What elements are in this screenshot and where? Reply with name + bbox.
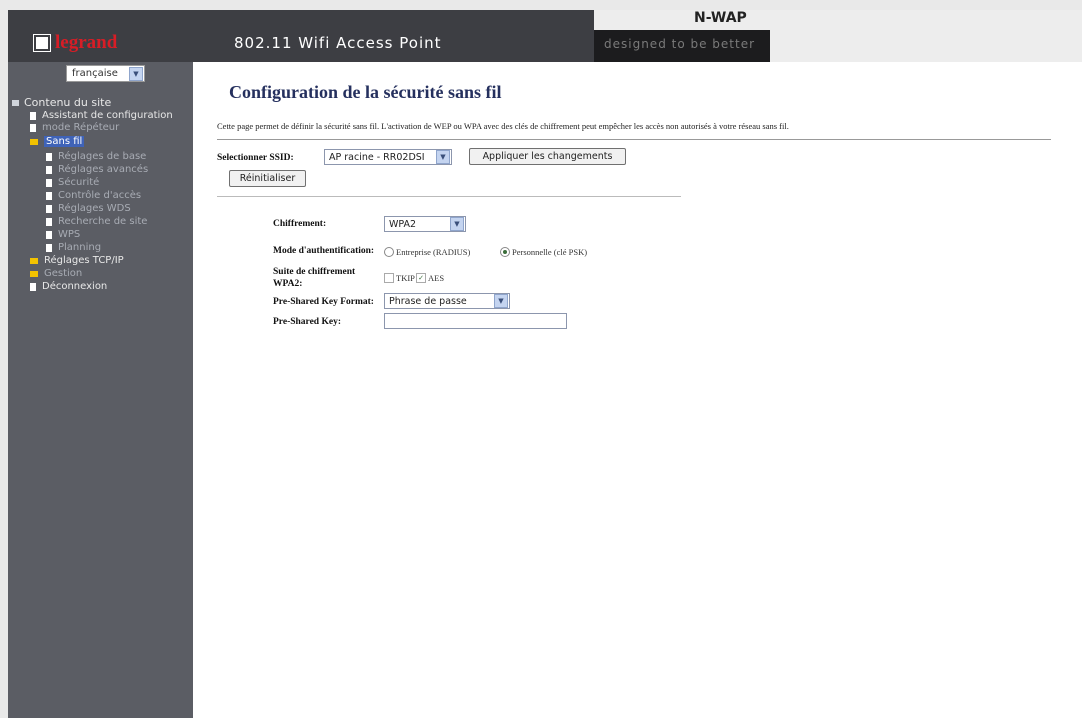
page-title: Configuration de la sécurité sans fil	[229, 82, 502, 102]
cipher-suite-label-line1: Suite de chiffrement	[273, 267, 356, 277]
folder-icon	[30, 257, 38, 264]
cipher-suite-label-line2: WPA2:	[273, 279, 303, 289]
psk-format-select[interactable]: Phrase de passe ▼	[384, 293, 510, 309]
chevron-down-icon[interactable]: ▼	[494, 294, 508, 308]
encryption-value: WPA2	[389, 218, 417, 230]
apply-changes-button[interactable]: Appliquer les changements	[469, 148, 626, 165]
sidebar-item-access-control[interactable]: Contrôle d'accès	[46, 190, 141, 201]
brand-logo: legrand	[33, 32, 118, 54]
sidebar-item-label: Contrôle d'accès	[58, 190, 142, 201]
auth-option-personal[interactable]: Personnelle (clé PSK)	[500, 247, 587, 257]
sidebar-item-label: Sécurité	[58, 177, 100, 188]
divider	[217, 139, 1051, 140]
page-icon	[46, 243, 52, 252]
sidebar: française ▼ Contenu du site Assistant de…	[8, 62, 193, 718]
sidebar-folder-wireless[interactable]: Sans fil	[30, 136, 85, 147]
cipher-option-aes[interactable]: ✓ AES	[416, 273, 444, 283]
ssid-label: Selectionner SSID:	[217, 153, 294, 163]
chevron-down-icon[interactable]: ▼	[129, 66, 143, 81]
checkbox-tkip[interactable]	[384, 273, 394, 283]
sidebar-item-label: Déconnexion	[42, 281, 108, 292]
page-icon	[46, 191, 52, 200]
sidebar-item-label: Planning	[58, 242, 102, 253]
page-icon	[46, 165, 52, 174]
page-icon	[30, 111, 36, 120]
page-frame: legrand 802.11 Wifi Access Point N-WAP d…	[0, 0, 1082, 718]
model-label: N-WAP	[694, 10, 747, 26]
sidebar-item-advanced-settings[interactable]: Réglages avancés	[46, 164, 148, 175]
page-icon	[46, 204, 52, 213]
sidebar-item-label: Assistant de configuration	[42, 110, 173, 121]
page-icon	[46, 217, 52, 226]
page-icon	[30, 123, 36, 132]
sidebar-item-label: Recherche de site	[58, 216, 148, 227]
divider	[217, 196, 681, 197]
sidebar-item-label: mode Répéteur	[42, 122, 120, 133]
sidebar-item-wds-settings[interactable]: Réglages WDS	[46, 203, 131, 214]
sidebar-item-label: Réglages avancés	[58, 164, 149, 175]
sidebar-folder-tcpip[interactable]: Réglages TCP/IP	[30, 255, 124, 266]
sidebar-item-site-survey[interactable]: Recherche de site	[46, 216, 147, 227]
page-icon	[46, 178, 52, 187]
cipher-option-tkip[interactable]: TKIP	[384, 273, 415, 283]
cipher-option-label: AES	[428, 273, 445, 283]
chevron-down-icon[interactable]: ▼	[436, 150, 450, 164]
page-icon	[30, 282, 36, 291]
psk-label: Pre-Shared Key:	[273, 317, 341, 327]
page-description: Cette page permet de définir la sécurité…	[217, 121, 789, 131]
sidebar-item-wps[interactable]: WPS	[46, 229, 80, 240]
radio-enterprise[interactable]	[384, 247, 394, 257]
chevron-down-icon[interactable]: ▼	[450, 217, 464, 231]
sidebar-item-security[interactable]: Sécurité	[46, 177, 99, 188]
sidebar-folder-management[interactable]: Gestion	[30, 268, 82, 279]
sidebar-item-label: Réglages TCP/IP	[44, 255, 124, 266]
ssid-value: AP racine - RR02DSI	[329, 151, 425, 163]
psk-format-value: Phrase de passe	[389, 295, 467, 307]
slogan: designed to be better	[604, 37, 756, 51]
sidebar-item-label: Sans fil	[44, 136, 85, 147]
brand-name: legrand	[55, 32, 118, 53]
folder-icon	[30, 270, 38, 277]
sidebar-item-label: Gestion	[44, 268, 83, 279]
auth-option-label: Entreprise (RADIUS)	[396, 247, 471, 257]
auth-option-enterprise[interactable]: Entreprise (RADIUS)	[384, 247, 470, 257]
cipher-suite-label: Suite de chiffrement WPA2:	[273, 266, 355, 290]
radio-personal[interactable]	[500, 247, 510, 257]
logo-square-icon	[33, 34, 51, 52]
tree-root-icon	[12, 99, 19, 106]
encryption-select[interactable]: WPA2 ▼	[384, 216, 466, 232]
sidebar-item-label: WPS	[58, 229, 81, 240]
cipher-option-label: TKIP	[396, 273, 415, 283]
psk-input[interactable]	[384, 313, 567, 329]
sidebar-item-label: Réglages de base	[58, 151, 147, 162]
header-bar: legrand 802.11 Wifi Access Point N-WAP d…	[8, 10, 1082, 62]
sidebar-root-label: Contenu du site	[24, 96, 112, 109]
sidebar-item-label: Réglages WDS	[58, 203, 131, 214]
ssid-select[interactable]: AP racine - RR02DSI ▼	[324, 149, 452, 165]
psk-format-label: Pre-Shared Key Format:	[273, 297, 374, 307]
main-content: Configuration de la sécurité sans fil Ce…	[193, 62, 1082, 718]
page-icon	[46, 230, 52, 239]
product-title: 802.11 Wifi Access Point	[234, 34, 442, 52]
checkbox-aes[interactable]: ✓	[416, 273, 426, 283]
sidebar-item-repeater[interactable]: mode Répéteur	[30, 122, 119, 133]
language-value: française	[72, 68, 118, 79]
page-icon	[46, 152, 52, 161]
sidebar-item-basic-settings[interactable]: Réglages de base	[46, 151, 146, 162]
language-select[interactable]: française ▼	[66, 65, 145, 82]
folder-icon	[30, 138, 38, 145]
sidebar-item-assistant[interactable]: Assistant de configuration	[30, 110, 173, 121]
sidebar-root[interactable]: Contenu du site	[12, 96, 111, 109]
reset-button[interactable]: Réinitialiser	[229, 170, 306, 187]
auth-option-label: Personnelle (clé PSK)	[512, 247, 588, 257]
sidebar-item-schedule[interactable]: Planning	[46, 242, 101, 253]
encryption-label: Chiffrement:	[273, 219, 327, 229]
sidebar-item-logout[interactable]: Déconnexion	[30, 281, 107, 292]
auth-mode-label: Mode d'authentification:	[273, 246, 375, 256]
